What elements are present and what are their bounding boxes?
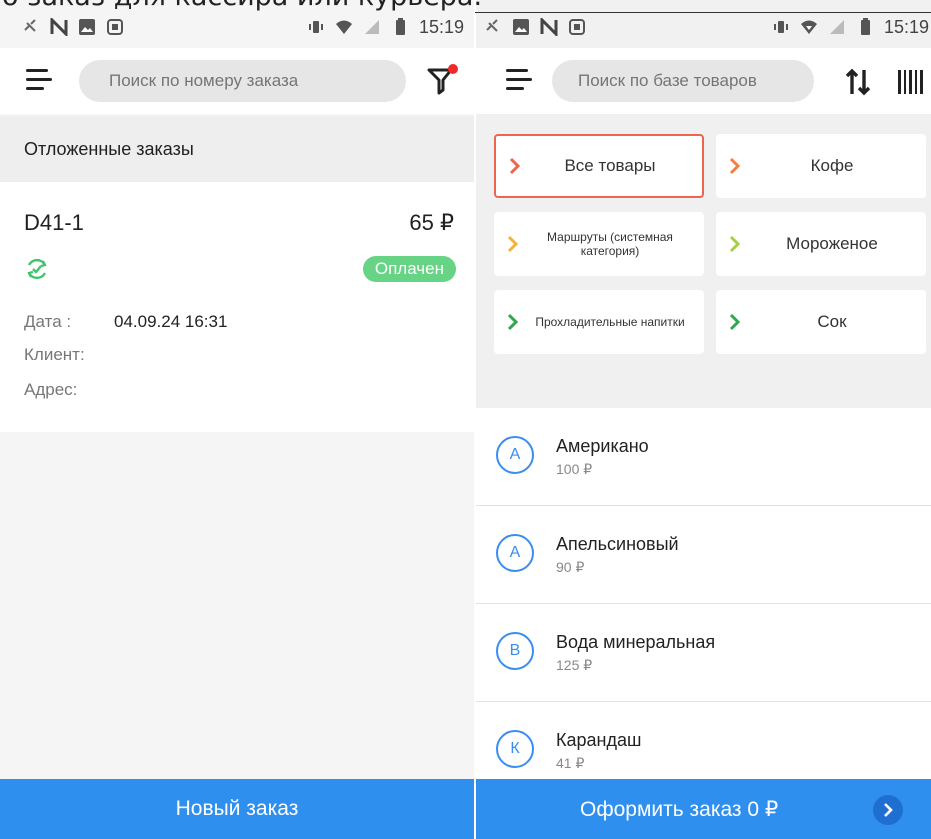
signal-icon xyxy=(828,18,846,36)
vibrate-icon xyxy=(772,18,790,36)
signal-icon xyxy=(363,18,381,36)
product-avatar: В xyxy=(496,632,534,670)
chevron-right-icon xyxy=(729,157,741,175)
screen-icon xyxy=(106,18,124,36)
wifi-icon xyxy=(800,18,818,36)
screen-icon xyxy=(568,18,586,36)
battery-icon xyxy=(391,18,409,36)
category-label: Мороженое xyxy=(786,234,878,253)
filter-icon[interactable] xyxy=(424,62,460,98)
menu-icon[interactable] xyxy=(26,69,52,93)
product-price: 125 ₽ xyxy=(556,657,593,673)
battery-icon xyxy=(856,18,874,36)
order-card[interactable]: D41-1 65 ₽ Оплачен Дата : 04.09.24 16:31… xyxy=(0,182,474,432)
date-value: 04.09.24 16:31 xyxy=(114,312,228,331)
product-avatar: А xyxy=(496,534,534,572)
chevron-right-icon xyxy=(507,313,519,331)
vibrate-icon xyxy=(307,18,325,36)
checkout-label: Оформить заказ 0 ₽ xyxy=(580,797,779,821)
checkout-button[interactable]: Оформить заказ 0 ₽ xyxy=(476,779,931,839)
status-badge: Оплачен xyxy=(362,256,456,282)
link-off-icon xyxy=(484,18,502,36)
chevron-right-icon xyxy=(507,235,519,253)
status-time: 15:19 xyxy=(418,16,464,37)
status-bar: 15:19 xyxy=(476,12,931,42)
order-id: D41-1 xyxy=(24,210,84,235)
product-name: Вода минеральная xyxy=(556,632,716,652)
order-sum: 65 ₽ xyxy=(409,210,454,235)
image-icon xyxy=(512,18,530,36)
order-search-input[interactable] xyxy=(79,60,406,102)
menu-icon[interactable] xyxy=(506,69,532,93)
product-avatar: К xyxy=(496,730,534,768)
catalog-screen: 15:19 Все товары Кофе Маршруты (системная … xyxy=(476,0,931,839)
app-bar xyxy=(476,48,931,114)
category-tile[interactable]: Маршруты (системная категория) xyxy=(494,212,704,276)
image-icon xyxy=(78,18,96,36)
category-label: Все товары xyxy=(564,156,656,175)
category-tile[interactable]: Кофе xyxy=(716,134,926,198)
n-icon xyxy=(50,18,68,36)
product-price: 90 ₽ xyxy=(556,559,585,575)
chevron-right-icon xyxy=(729,313,741,331)
caption-text: о заказ для кассира или курьера. xyxy=(0,0,931,12)
product-name: Американо xyxy=(556,436,649,456)
category-label: Сок xyxy=(817,312,847,331)
category-tile[interactable]: Мороженое xyxy=(716,212,926,276)
status-bar: 15:19 xyxy=(0,12,474,42)
product-row[interactable]: А Апельсиновый 90 ₽ xyxy=(476,506,931,604)
product-name: Апельсиновый xyxy=(556,534,679,554)
new-order-button[interactable]: Новый заказ xyxy=(0,779,474,839)
product-name: Карандаш xyxy=(556,730,642,750)
category-label: Кофе xyxy=(810,156,854,175)
top-divider-line xyxy=(475,12,931,13)
category-tile[interactable]: Прохладительные напитки xyxy=(494,290,704,354)
product-list: А Американо 100 ₽ А Апельсиновый 90 ₽ В Вода ми… xyxy=(476,408,931,779)
sort-icon[interactable] xyxy=(845,68,871,96)
n-icon xyxy=(540,18,558,36)
product-price: 100 ₽ xyxy=(556,461,593,477)
product-price: 41 ₽ xyxy=(556,755,585,771)
link-off-icon xyxy=(22,18,40,36)
product-row[interactable]: К Карандаш 41 ₽ xyxy=(476,702,931,779)
orders-screen: 15:19 Отложенные заказы D41-1 65 ₽ Оплач… xyxy=(0,0,474,839)
chevron-right-icon[interactable] xyxy=(873,795,903,825)
product-avatar: А xyxy=(496,436,534,474)
product-row[interactable]: В Вода минеральная 125 ₽ xyxy=(476,604,931,702)
client-label: Клиент: xyxy=(24,345,85,364)
barcode-icon[interactable] xyxy=(896,68,928,96)
status-time: 15:19 xyxy=(883,16,929,37)
chevron-right-icon xyxy=(509,157,521,175)
date-label: Дата : xyxy=(24,312,72,331)
sync-check-icon xyxy=(27,258,47,280)
category-tile[interactable]: Сок xyxy=(716,290,926,354)
category-label: Прохладительные напитки xyxy=(535,315,685,329)
filter-indicator xyxy=(448,64,458,74)
product-search-input[interactable] xyxy=(552,60,814,102)
category-grid: Все товары Кофе Маршруты (системная катего… xyxy=(476,114,931,507)
category-tile[interactable]: Все товары xyxy=(494,134,704,198)
section-title: Отложенные заказы xyxy=(0,116,474,182)
wifi-icon xyxy=(335,18,353,36)
chevron-right-icon xyxy=(729,235,741,253)
product-row[interactable]: А Американо 100 ₽ xyxy=(476,408,931,506)
app-bar xyxy=(0,48,474,114)
address-label: Адрес: xyxy=(24,380,78,399)
category-label: Маршруты (системная категория) xyxy=(547,230,673,258)
